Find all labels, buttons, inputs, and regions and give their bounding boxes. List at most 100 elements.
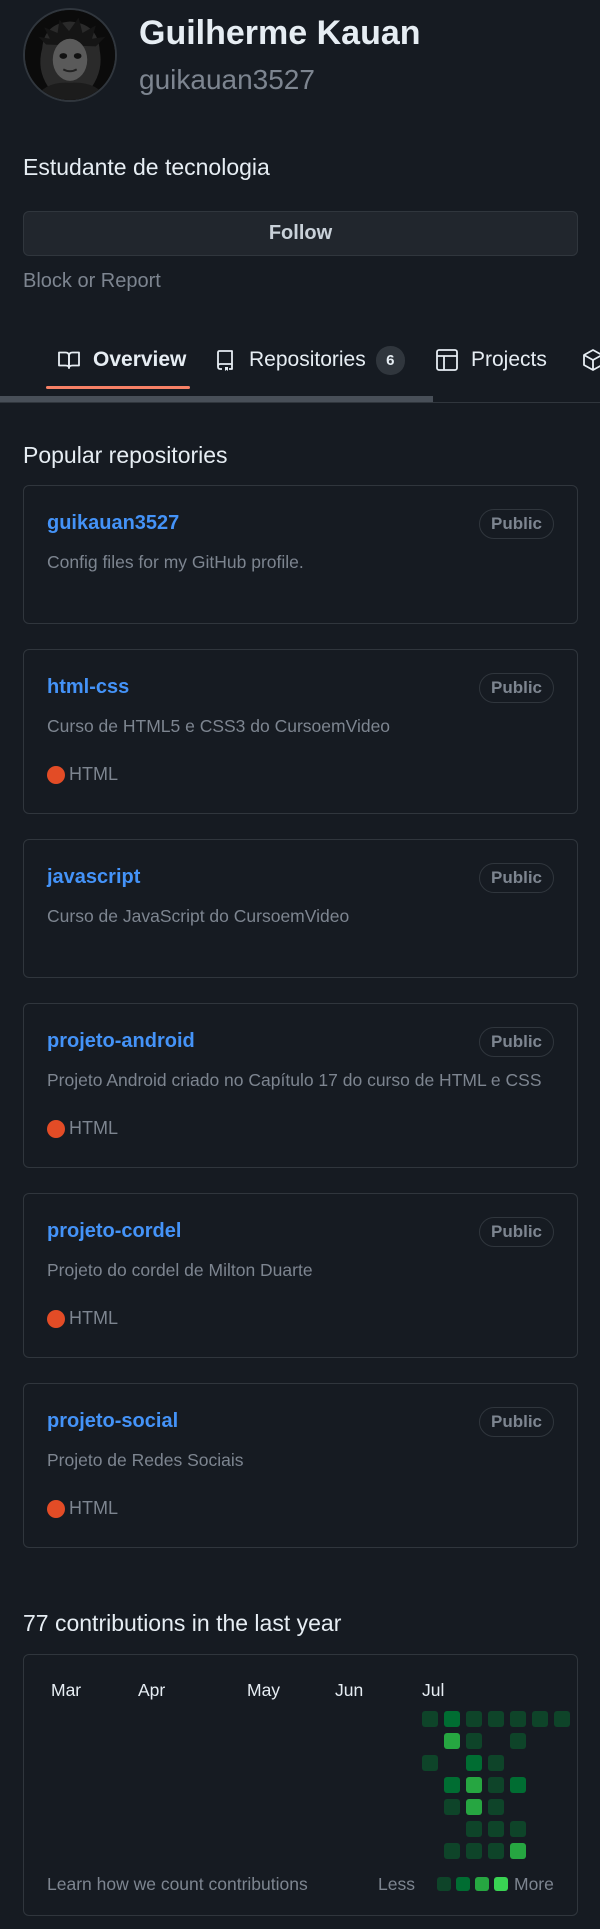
contribution-day-cell[interactable] — [510, 1711, 526, 1727]
legend-swatch — [475, 1877, 489, 1891]
tab-packages[interactable] — [581, 340, 600, 380]
tab-overview[interactable]: Overview — [57, 340, 186, 380]
profile-header: Guilherme Kauan guikauan3527 — [23, 8, 583, 104]
contribution-day-cell[interactable] — [510, 1821, 526, 1837]
contribution-day-cell[interactable] — [488, 1843, 504, 1859]
table-icon — [435, 348, 459, 372]
contribution-day-cell[interactable] — [466, 1733, 482, 1749]
contribution-day-cell[interactable] — [466, 1755, 482, 1771]
visibility-badge: Public — [478, 1217, 554, 1247]
contribution-day-cell[interactable] — [554, 1711, 570, 1727]
contribution-day-cell[interactable] — [466, 1711, 482, 1727]
repo-name-link[interactable]: javascript — [47, 866, 140, 889]
language-color-dot — [47, 1499, 65, 1518]
repo-description: Projeto do cordel de Milton Duarte — [47, 1260, 313, 1280]
tab-projects[interactable]: Projects — [435, 340, 547, 380]
repo-card: projeto-android Public Projeto Android c… — [23, 1003, 578, 1168]
repo-description: Projeto de Redes Sociais — [47, 1450, 244, 1470]
visibility-badge: Public — [478, 863, 554, 893]
contribution-day-cell[interactable] — [444, 1711, 460, 1727]
contribution-day-cell[interactable] — [466, 1821, 482, 1837]
contribution-day-cell[interactable] — [466, 1843, 482, 1859]
tab-overview-label: Overview — [93, 348, 187, 371]
profile-full-name: Guilherme Kauan — [139, 14, 421, 52]
profile-username: guikauan3527 — [139, 64, 315, 95]
repo-description: Config files for my GitHub profile. — [47, 552, 304, 572]
contribution-day-cell[interactable] — [488, 1799, 504, 1815]
contribution-day-cell[interactable] — [466, 1799, 482, 1815]
visibility-badge: Public — [478, 509, 554, 539]
repo-card: html-css Public Curso de HTML5 e CSS3 do… — [23, 649, 578, 814]
avatar[interactable] — [23, 8, 117, 102]
visibility-badge: Public — [478, 1027, 554, 1057]
block-or-report-link[interactable]: Block or Report — [23, 270, 161, 293]
contribution-day-cell[interactable] — [466, 1777, 482, 1793]
repo-description: Curso de HTML5 e CSS3 do CursoemVideo — [47, 716, 391, 736]
contributions-title: 77 contributions in the last year — [23, 1610, 342, 1636]
month-label: Jun — [335, 1680, 364, 1700]
contribution-graph: Mar Apr May Jun Jul Learn how we count c… — [23, 1654, 578, 1916]
visibility-badge: Public — [478, 1407, 554, 1437]
repo-language: HTML — [47, 1118, 118, 1139]
repositories-count-badge: 6 — [375, 345, 405, 375]
legend-swatch — [437, 1877, 451, 1891]
active-tab-underline — [46, 386, 190, 389]
visibility-badge: Public — [478, 673, 554, 703]
contribution-day-cell[interactable] — [444, 1843, 460, 1859]
repo-card: projeto-social Public Projeto de Redes S… — [23, 1383, 578, 1548]
contribution-day-cell[interactable] — [488, 1821, 504, 1837]
contribution-day-cell[interactable] — [488, 1711, 504, 1727]
popular-repositories-title: Popular repositories — [23, 442, 228, 468]
avatar-image — [25, 10, 115, 100]
contribution-day-cell[interactable] — [488, 1755, 504, 1771]
contribution-day-cell[interactable] — [510, 1843, 526, 1859]
repo-description: Projeto Android criado no Capítulo 17 do… — [47, 1070, 542, 1090]
legend-more-label: More — [514, 1874, 554, 1894]
contribution-day-cell[interactable] — [444, 1799, 460, 1815]
contribution-day-cell[interactable] — [444, 1777, 460, 1793]
profile-bio: Estudante de tecnologia — [23, 154, 270, 180]
contribution-day-cell[interactable] — [488, 1777, 504, 1793]
repo-name-link[interactable]: html-css — [47, 676, 129, 699]
package-icon — [581, 348, 600, 372]
language-color-dot — [47, 1309, 65, 1328]
repo-name-link[interactable]: projeto-android — [47, 1030, 195, 1053]
month-label: Mar — [51, 1680, 82, 1700]
repo-name-link[interactable]: guikauan3527 — [47, 512, 179, 535]
follow-button[interactable]: Follow — [23, 211, 578, 256]
contribution-day-cell[interactable] — [422, 1755, 438, 1771]
tab-repositories[interactable]: Repositories 6 — [213, 340, 405, 380]
repo-language: HTML — [47, 1498, 118, 1519]
month-label: May — [247, 1680, 281, 1700]
contribution-day-cell[interactable] — [532, 1711, 548, 1727]
repo-card: projeto-cordel Public Projeto do cordel … — [23, 1193, 578, 1358]
contribution-day-cell[interactable] — [510, 1733, 526, 1749]
repo-card: javascript Public Curso de JavaScript do… — [23, 839, 578, 978]
month-label: Jul — [422, 1680, 445, 1700]
language-color-dot — [47, 1119, 65, 1138]
legend-swatch — [494, 1877, 508, 1891]
repo-language-label: HTML — [69, 1118, 118, 1138]
book-icon — [57, 348, 81, 372]
learn-contributions-link[interactable]: Learn how we count contributions — [47, 1874, 308, 1895]
repo-name-link[interactable]: projeto-social — [47, 1410, 178, 1433]
tab-repositories-label: Repositories — [249, 348, 366, 371]
tabs-divider — [0, 402, 600, 403]
profile-tabs: Overview Repositories 6 Projects — [0, 322, 600, 403]
repo-description: Curso de JavaScript do CursoemVideo — [47, 906, 350, 926]
contribution-day-cell[interactable] — [444, 1733, 460, 1749]
contribution-day-cell[interactable] — [510, 1777, 526, 1793]
legend-swatch — [456, 1877, 470, 1891]
month-label: Apr — [138, 1680, 166, 1700]
repo-language-label: HTML — [69, 764, 118, 784]
language-color-dot — [47, 765, 65, 784]
contribution-day-cell[interactable] — [422, 1711, 438, 1727]
repo-language: HTML — [47, 1308, 118, 1329]
repo-language: HTML — [47, 764, 118, 785]
repo-icon — [213, 348, 237, 372]
tab-projects-label: Projects — [471, 348, 547, 371]
repo-card: guikauan3527 Public Config files for my … — [23, 485, 578, 624]
repo-language-label: HTML — [69, 1308, 118, 1328]
repo-name-link[interactable]: projeto-cordel — [47, 1220, 181, 1243]
legend-less-label: Less — [378, 1874, 415, 1894]
